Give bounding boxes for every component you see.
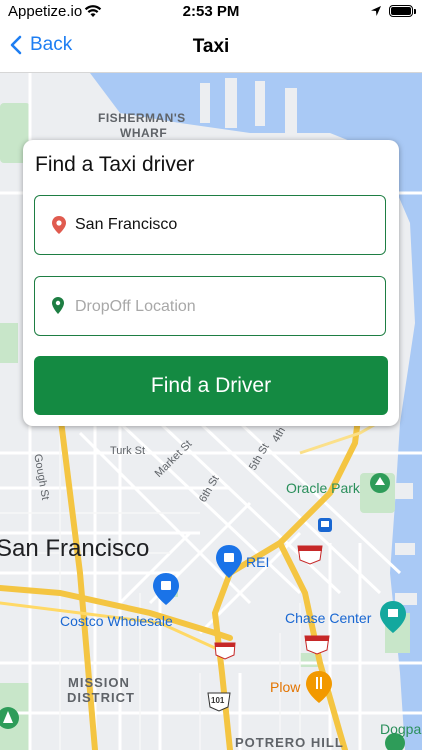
battery-icon — [389, 5, 413, 17]
map-label-district: DISTRICT — [67, 690, 135, 705]
costco-bag-icon — [153, 573, 179, 605]
map-label-fishermans: FISHERMAN'S — [98, 111, 186, 125]
page-title: Taxi — [192, 36, 230, 57]
map-label-san-francisco: San Francisco — [0, 535, 150, 562]
map-label-turk-st: Turk St — [110, 445, 146, 457]
park-pin-icon — [370, 473, 390, 493]
shield-101-label: 101 — [211, 696, 225, 705]
pickup-location-value: San Francisco — [75, 216, 178, 233]
location-arrow-icon — [371, 6, 381, 16]
map-pin-icon — [52, 216, 66, 234]
map-label-wharf: WHARF — [120, 126, 168, 140]
map-label-plow: Plow — [270, 679, 301, 695]
shield-80-label: 80 — [219, 646, 228, 655]
shield-280-b-label: 280 — [307, 640, 321, 649]
map-label-dogpatch: Dogpa — [380, 721, 422, 737]
map-label-rei: REI — [246, 554, 270, 570]
map-label-oracle-park: Oracle Park — [286, 480, 360, 496]
map-label-potrero-hill: POTRERO HILL — [235, 735, 344, 750]
map-label-chase-center: Chase Center — [285, 610, 372, 626]
transit-icon — [318, 518, 332, 532]
pickup-location-field[interactable]: San Francisco — [34, 195, 386, 255]
dropoff-location-field[interactable]: DropOff Location — [34, 276, 386, 336]
find-driver-button[interactable]: Find a Driver — [34, 356, 388, 415]
map-label-costco: Costco Wholesale — [60, 613, 173, 629]
clock: 2:53 PM — [182, 3, 240, 20]
battery-tip — [414, 9, 416, 14]
navigation-bar: Back Taxi — [0, 24, 422, 73]
map-pin-icon — [52, 297, 64, 314]
card-title: Find a Taxi driver — [35, 153, 195, 176]
find-driver-card: Find a Taxi driver San Francisco DropOff… — [23, 140, 399, 426]
shield-280-a-label: 280 — [300, 550, 314, 559]
dropoff-location-placeholder: DropOff Location — [75, 298, 196, 315]
map-label-mission: MISSION — [68, 675, 130, 690]
status-bar: Appetize.io 2:53 PM — [0, 0, 422, 24]
